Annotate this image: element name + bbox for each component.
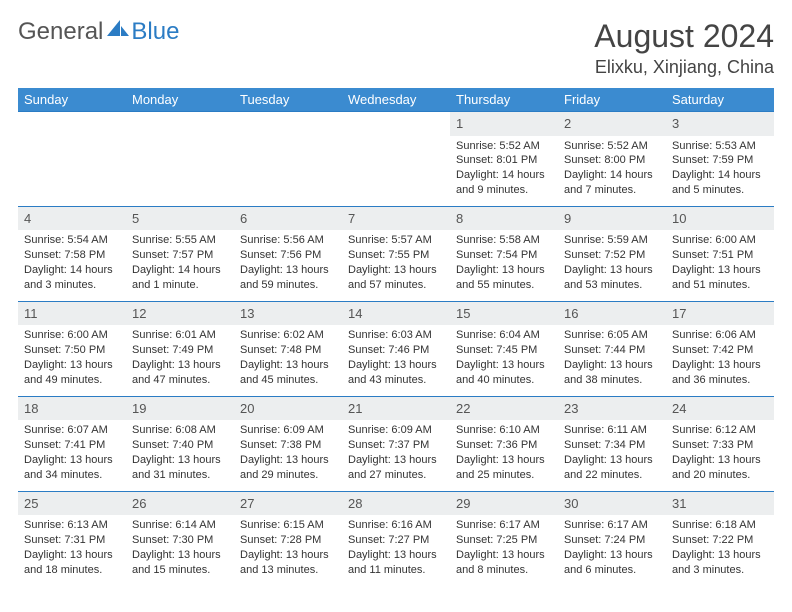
day-detail-cell: Sunrise: 5:54 AM Sunset: 7:58 PM Dayligh… <box>18 230 126 301</box>
day-number-cell: 10 <box>666 206 774 230</box>
day-number-cell: 29 <box>450 491 558 515</box>
day-detail-cell: Sunrise: 6:17 AM Sunset: 7:24 PM Dayligh… <box>558 515 666 585</box>
weekday-header: Monday <box>126 88 234 112</box>
day-number-cell <box>18 112 126 136</box>
day-detail-cell: Sunrise: 6:02 AM Sunset: 7:48 PM Dayligh… <box>234 325 342 396</box>
day-number-cell: 19 <box>126 396 234 420</box>
day-number-cell: 25 <box>18 491 126 515</box>
day-detail-row: Sunrise: 6:07 AM Sunset: 7:41 PM Dayligh… <box>18 420 774 491</box>
location: Elixku, Xinjiang, China <box>594 57 774 78</box>
day-number-cell: 11 <box>18 301 126 325</box>
day-number-cell: 14 <box>342 301 450 325</box>
day-number-cell: 31 <box>666 491 774 515</box>
day-detail-cell <box>234 136 342 207</box>
day-detail-cell: Sunrise: 6:10 AM Sunset: 7:36 PM Dayligh… <box>450 420 558 491</box>
weekday-header: Saturday <box>666 88 774 112</box>
weekday-header: Tuesday <box>234 88 342 112</box>
day-number-cell: 9 <box>558 206 666 230</box>
day-detail-cell: Sunrise: 6:00 AM Sunset: 7:51 PM Dayligh… <box>666 230 774 301</box>
logo-sail-icon <box>107 18 129 43</box>
day-detail-cell: Sunrise: 6:09 AM Sunset: 7:38 PM Dayligh… <box>234 420 342 491</box>
day-detail-cell: Sunrise: 6:11 AM Sunset: 7:34 PM Dayligh… <box>558 420 666 491</box>
day-detail-cell: Sunrise: 6:14 AM Sunset: 7:30 PM Dayligh… <box>126 515 234 585</box>
day-number-cell: 20 <box>234 396 342 420</box>
day-number-row: 45678910 <box>18 206 774 230</box>
day-detail-cell: Sunrise: 5:52 AM Sunset: 8:01 PM Dayligh… <box>450 136 558 207</box>
day-number-row: 123 <box>18 112 774 136</box>
day-number-cell: 16 <box>558 301 666 325</box>
day-detail-cell: Sunrise: 6:08 AM Sunset: 7:40 PM Dayligh… <box>126 420 234 491</box>
month-year: August 2024 <box>594 18 774 55</box>
day-detail-cell: Sunrise: 5:53 AM Sunset: 7:59 PM Dayligh… <box>666 136 774 207</box>
day-number-cell: 1 <box>450 112 558 136</box>
day-detail-cell: Sunrise: 5:58 AM Sunset: 7:54 PM Dayligh… <box>450 230 558 301</box>
weekday-header: Sunday <box>18 88 126 112</box>
day-number-cell: 27 <box>234 491 342 515</box>
day-number-cell: 28 <box>342 491 450 515</box>
day-detail-cell: Sunrise: 6:13 AM Sunset: 7:31 PM Dayligh… <box>18 515 126 585</box>
day-detail-cell: Sunrise: 5:55 AM Sunset: 7:57 PM Dayligh… <box>126 230 234 301</box>
day-number-cell: 13 <box>234 301 342 325</box>
calendar-table: Sunday Monday Tuesday Wednesday Thursday… <box>18 88 774 586</box>
day-detail-cell: Sunrise: 5:59 AM Sunset: 7:52 PM Dayligh… <box>558 230 666 301</box>
day-detail-row: Sunrise: 6:00 AM Sunset: 7:50 PM Dayligh… <box>18 325 774 396</box>
day-number-cell: 23 <box>558 396 666 420</box>
day-detail-cell: Sunrise: 6:16 AM Sunset: 7:27 PM Dayligh… <box>342 515 450 585</box>
header: General Blue August 2024 Elixku, Xinjian… <box>18 18 774 78</box>
day-detail-cell: Sunrise: 5:52 AM Sunset: 8:00 PM Dayligh… <box>558 136 666 207</box>
day-number-cell: 17 <box>666 301 774 325</box>
day-detail-row: Sunrise: 5:54 AM Sunset: 7:58 PM Dayligh… <box>18 230 774 301</box>
day-number-cell: 30 <box>558 491 666 515</box>
day-number-cell: 12 <box>126 301 234 325</box>
day-detail-cell: Sunrise: 6:17 AM Sunset: 7:25 PM Dayligh… <box>450 515 558 585</box>
day-number-cell: 6 <box>234 206 342 230</box>
logo-text-general: General <box>18 18 103 46</box>
day-detail-cell: Sunrise: 6:00 AM Sunset: 7:50 PM Dayligh… <box>18 325 126 396</box>
day-detail-cell <box>126 136 234 207</box>
day-number-cell: 24 <box>666 396 774 420</box>
day-detail-cell: Sunrise: 5:57 AM Sunset: 7:55 PM Dayligh… <box>342 230 450 301</box>
day-number-cell: 7 <box>342 206 450 230</box>
logo-text-blue: Blue <box>131 18 179 46</box>
day-number-cell <box>126 112 234 136</box>
day-number-cell <box>234 112 342 136</box>
weekday-header: Wednesday <box>342 88 450 112</box>
weekday-header-row: Sunday Monday Tuesday Wednesday Thursday… <box>18 88 774 112</box>
day-number-cell: 15 <box>450 301 558 325</box>
title-block: August 2024 Elixku, Xinjiang, China <box>594 18 774 78</box>
day-detail-cell: Sunrise: 6:15 AM Sunset: 7:28 PM Dayligh… <box>234 515 342 585</box>
day-detail-cell: Sunrise: 6:05 AM Sunset: 7:44 PM Dayligh… <box>558 325 666 396</box>
weekday-header: Thursday <box>450 88 558 112</box>
day-number-cell <box>342 112 450 136</box>
day-number-cell: 22 <box>450 396 558 420</box>
day-detail-cell: Sunrise: 6:07 AM Sunset: 7:41 PM Dayligh… <box>18 420 126 491</box>
day-detail-cell: Sunrise: 6:01 AM Sunset: 7:49 PM Dayligh… <box>126 325 234 396</box>
day-detail-cell: Sunrise: 6:12 AM Sunset: 7:33 PM Dayligh… <box>666 420 774 491</box>
day-number-cell: 5 <box>126 206 234 230</box>
day-number-row: 11121314151617 <box>18 301 774 325</box>
day-number-cell: 26 <box>126 491 234 515</box>
day-detail-row: Sunrise: 6:13 AM Sunset: 7:31 PM Dayligh… <box>18 515 774 585</box>
day-number-row: 25262728293031 <box>18 491 774 515</box>
weekday-header: Friday <box>558 88 666 112</box>
day-detail-cell: Sunrise: 6:18 AM Sunset: 7:22 PM Dayligh… <box>666 515 774 585</box>
day-detail-cell <box>342 136 450 207</box>
day-number-cell: 18 <box>18 396 126 420</box>
day-number-cell: 3 <box>666 112 774 136</box>
day-number-row: 18192021222324 <box>18 396 774 420</box>
day-detail-row: Sunrise: 5:52 AM Sunset: 8:01 PM Dayligh… <box>18 136 774 207</box>
logo: General Blue <box>18 18 179 46</box>
day-detail-cell: Sunrise: 6:04 AM Sunset: 7:45 PM Dayligh… <box>450 325 558 396</box>
day-detail-cell: Sunrise: 5:56 AM Sunset: 7:56 PM Dayligh… <box>234 230 342 301</box>
day-detail-cell: Sunrise: 6:09 AM Sunset: 7:37 PM Dayligh… <box>342 420 450 491</box>
day-number-cell: 4 <box>18 206 126 230</box>
day-detail-cell <box>18 136 126 207</box>
day-number-cell: 21 <box>342 396 450 420</box>
day-detail-cell: Sunrise: 6:06 AM Sunset: 7:42 PM Dayligh… <box>666 325 774 396</box>
day-detail-cell: Sunrise: 6:03 AM Sunset: 7:46 PM Dayligh… <box>342 325 450 396</box>
day-number-cell: 2 <box>558 112 666 136</box>
day-number-cell: 8 <box>450 206 558 230</box>
